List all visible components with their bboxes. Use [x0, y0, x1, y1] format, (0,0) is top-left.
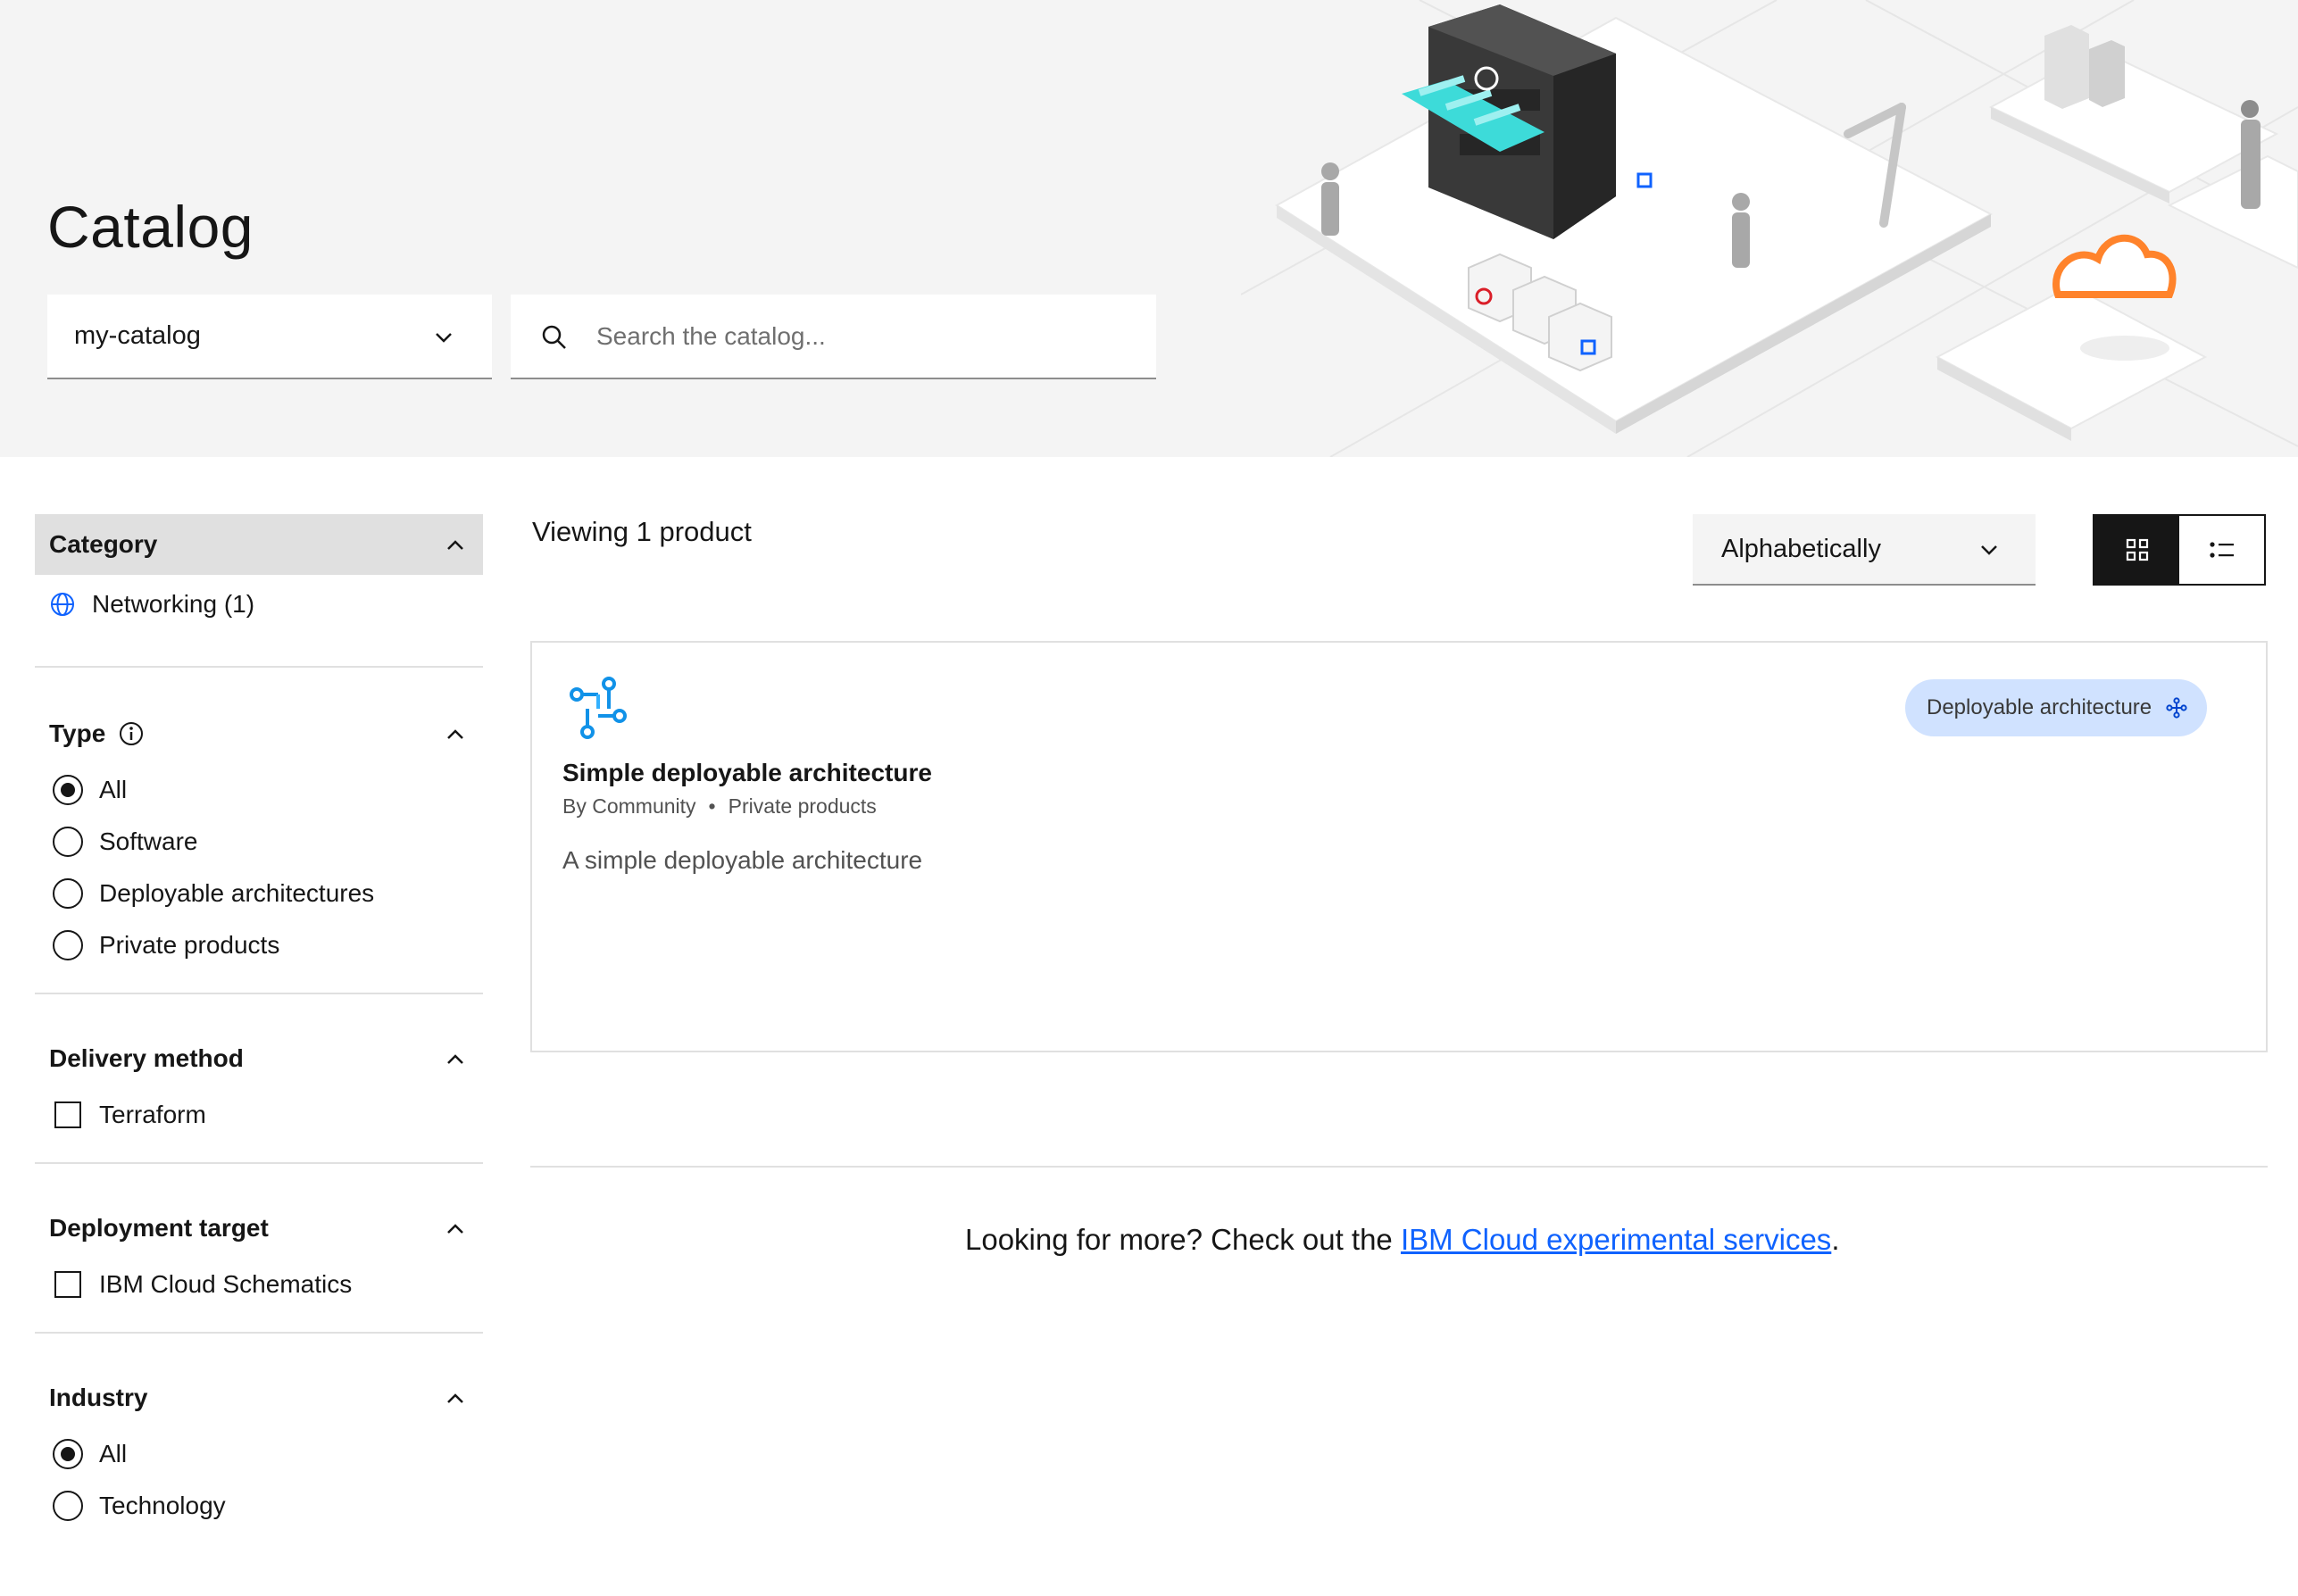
- catalog-dropdown[interactable]: my-catalog: [47, 295, 492, 379]
- catalog-search: [511, 295, 1156, 379]
- filter-delivery-method: Delivery method Terraform: [35, 994, 483, 1164]
- category-item-label: Networking (1): [92, 590, 255, 618]
- option-label: All: [99, 776, 128, 803]
- filter-sidebar: Category Networking (1) Type All Softwar…: [35, 514, 483, 1532]
- checkbox[interactable]: [54, 1101, 81, 1128]
- radio-button[interactable]: [53, 827, 83, 857]
- industry-toggle[interactable]: Industry: [35, 1367, 483, 1428]
- more-services-note: Looking for more? Check out the IBM Clou…: [0, 1223, 2298, 1257]
- result-count: Viewing 1 product: [532, 516, 752, 547]
- option-label: Private products: [99, 931, 280, 959]
- deployable-architecture-tag-icon: [2166, 697, 2187, 719]
- industry-option-technology[interactable]: Technology: [35, 1480, 483, 1532]
- option-label: All: [99, 1440, 128, 1467]
- search-icon: [542, 325, 566, 349]
- chevron-up-icon: [447, 1054, 463, 1064]
- deployment-target-option-schematics[interactable]: IBM Cloud Schematics: [35, 1259, 483, 1310]
- filter-industry: Industry All Technology: [35, 1334, 483, 1532]
- delivery-option-terraform[interactable]: Terraform: [35, 1089, 483, 1141]
- delivery-method-toggle[interactable]: Delivery method: [35, 1028, 483, 1089]
- chevron-up-icon: [447, 1393, 463, 1403]
- category-item-networking[interactable]: Networking (1): [35, 575, 483, 634]
- category-title: Category: [49, 530, 158, 558]
- product-provider: By Community: [562, 794, 696, 818]
- product-meta: By Community • Private products: [562, 794, 877, 819]
- product-description: A simple deployable architecture: [562, 846, 923, 874]
- chevron-up-icon: [447, 540, 463, 550]
- catalog-store-illustration: [1241, 0, 2298, 457]
- chevron-down-icon: [436, 333, 452, 343]
- option-label: Software: [99, 827, 198, 855]
- delivery-method-title: Delivery method: [49, 1044, 244, 1072]
- checkbox[interactable]: [54, 1271, 81, 1298]
- separator-dot: •: [708, 794, 716, 818]
- product-visibility: Private products: [728, 794, 877, 818]
- type-title: Type: [49, 719, 106, 747]
- info-icon[interactable]: [118, 720, 145, 747]
- product-type-tag: Deployable architecture: [1905, 679, 2208, 736]
- radio-button[interactable]: [53, 930, 83, 960]
- chevron-down-icon: [1981, 545, 1997, 555]
- chevron-up-icon: [447, 729, 463, 739]
- product-card[interactable]: Simple deployable architecture By Commun…: [530, 641, 2268, 1052]
- option-label: Technology: [99, 1492, 226, 1519]
- radio-button[interactable]: [53, 1491, 83, 1521]
- category-toggle[interactable]: Category: [35, 514, 483, 575]
- type-option-deployable-architectures[interactable]: Deployable architectures: [35, 868, 483, 919]
- industry-option-all[interactable]: All: [35, 1428, 483, 1480]
- option-label: IBM Cloud Schematics: [99, 1270, 353, 1298]
- sort-dropdown-value: Alphabetically: [1721, 534, 1881, 563]
- tag-label: Deployable architecture: [1927, 695, 2152, 719]
- grid-view-button[interactable]: [2094, 516, 2179, 584]
- list-icon: [2209, 542, 2234, 558]
- radio-button[interactable]: [53, 878, 83, 909]
- type-option-all[interactable]: All: [35, 764, 483, 816]
- option-label: Terraform: [99, 1101, 206, 1128]
- deployable-architecture-icon: [570, 677, 627, 739]
- filter-type: Type All Software Deployable architectur…: [35, 668, 483, 994]
- filter-category: Category Networking (1): [35, 514, 483, 668]
- content-divider: [530, 1166, 2268, 1168]
- page-title: Catalog: [47, 194, 254, 260]
- radio-button-selected[interactable]: [53, 1439, 83, 1469]
- experimental-services-link[interactable]: IBM Cloud experimental services: [1401, 1223, 1831, 1256]
- radio-button-selected[interactable]: [53, 775, 83, 805]
- list-view-button[interactable]: [2179, 516, 2264, 584]
- type-toggle[interactable]: Type: [35, 703, 483, 764]
- grid-icon: [2126, 538, 2148, 561]
- search-input[interactable]: [596, 295, 1132, 378]
- globe-icon: [51, 593, 74, 616]
- type-option-software[interactable]: Software: [35, 816, 483, 868]
- view-mode-switcher: [2093, 514, 2266, 586]
- sort-dropdown[interactable]: Alphabetically: [1693, 514, 2036, 586]
- product-name[interactable]: Simple deployable architecture: [562, 759, 932, 787]
- industry-title: Industry: [49, 1384, 148, 1411]
- hero-banner: Catalog my-catalog: [0, 0, 2298, 457]
- option-label: Deployable architectures: [99, 879, 375, 907]
- catalog-dropdown-value: my-catalog: [74, 321, 201, 350]
- type-option-private-products[interactable]: Private products: [35, 919, 483, 971]
- more-suffix: .: [1831, 1223, 1840, 1256]
- more-prefix: Looking for more? Check out the: [965, 1223, 1401, 1256]
